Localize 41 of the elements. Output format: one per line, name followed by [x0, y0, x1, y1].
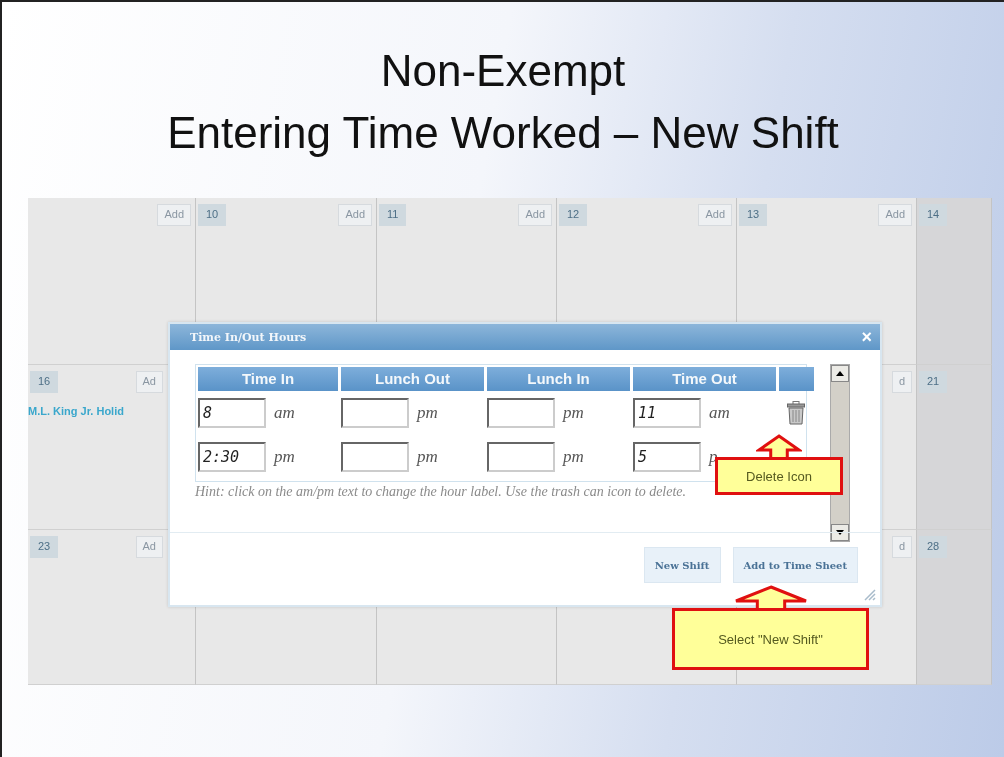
- am-pm-toggle[interactable]: pm: [274, 447, 295, 467]
- day-number: 21: [919, 371, 948, 393]
- column-header: Lunch Out: [341, 367, 484, 391]
- callout: Delete Icon: [715, 457, 843, 495]
- day-number: 28: [919, 536, 948, 558]
- time-field[interactable]: 5: [633, 442, 701, 472]
- dialog-button[interactable]: Add to Time Sheet: [732, 547, 858, 583]
- time-field[interactable]: 8: [198, 398, 266, 428]
- time-field[interactable]: 2:30: [198, 442, 266, 472]
- am-pm-toggle[interactable]: am: [709, 403, 730, 423]
- callout: Select "New Shift": [672, 608, 869, 670]
- slide-title: Entering Time Worked – New Shift: [167, 107, 839, 159]
- column-header: Time Out: [633, 367, 776, 391]
- dialog-button[interactable]: New Shift: [643, 547, 721, 583]
- day-number: 16: [30, 371, 59, 393]
- day-number: 13: [739, 204, 768, 226]
- callout-arrow: [756, 434, 802, 460]
- holiday-label: M.L. King Jr. Holid: [28, 405, 125, 417]
- resize-grip-icon[interactable]: [864, 589, 876, 601]
- time-field[interactable]: [487, 442, 555, 472]
- time-field[interactable]: 11: [633, 398, 701, 428]
- day-number: 14: [919, 204, 948, 226]
- day-number: 10: [198, 204, 227, 226]
- am-pm-toggle[interactable]: pm: [563, 403, 584, 423]
- am-pm-toggle[interactable]: pm: [563, 447, 584, 467]
- slide-title: Non-Exempt: [380, 45, 626, 97]
- column-header: [779, 367, 814, 391]
- column-header: Time In: [198, 367, 338, 391]
- time-field[interactable]: [341, 442, 409, 472]
- day-number: 23: [30, 536, 59, 558]
- am-pm-toggle[interactable]: pm: [417, 403, 438, 423]
- hint-text: Hint: click on the am/pm text to change the hour label. Use the trash can icon to delete.: [195, 484, 688, 499]
- am-pm-toggle[interactable]: pm: [417, 447, 438, 467]
- day-number: 12: [559, 204, 588, 226]
- dialog-title: Time In/Out Hours: [190, 330, 307, 344]
- column-header: Lunch In: [487, 367, 630, 391]
- time-field[interactable]: [341, 398, 409, 428]
- day-number: 11: [379, 204, 407, 226]
- am-pm-toggle[interactable]: am: [274, 403, 295, 423]
- trash-icon[interactable]: [787, 401, 805, 425]
- time-field[interactable]: [487, 398, 555, 428]
